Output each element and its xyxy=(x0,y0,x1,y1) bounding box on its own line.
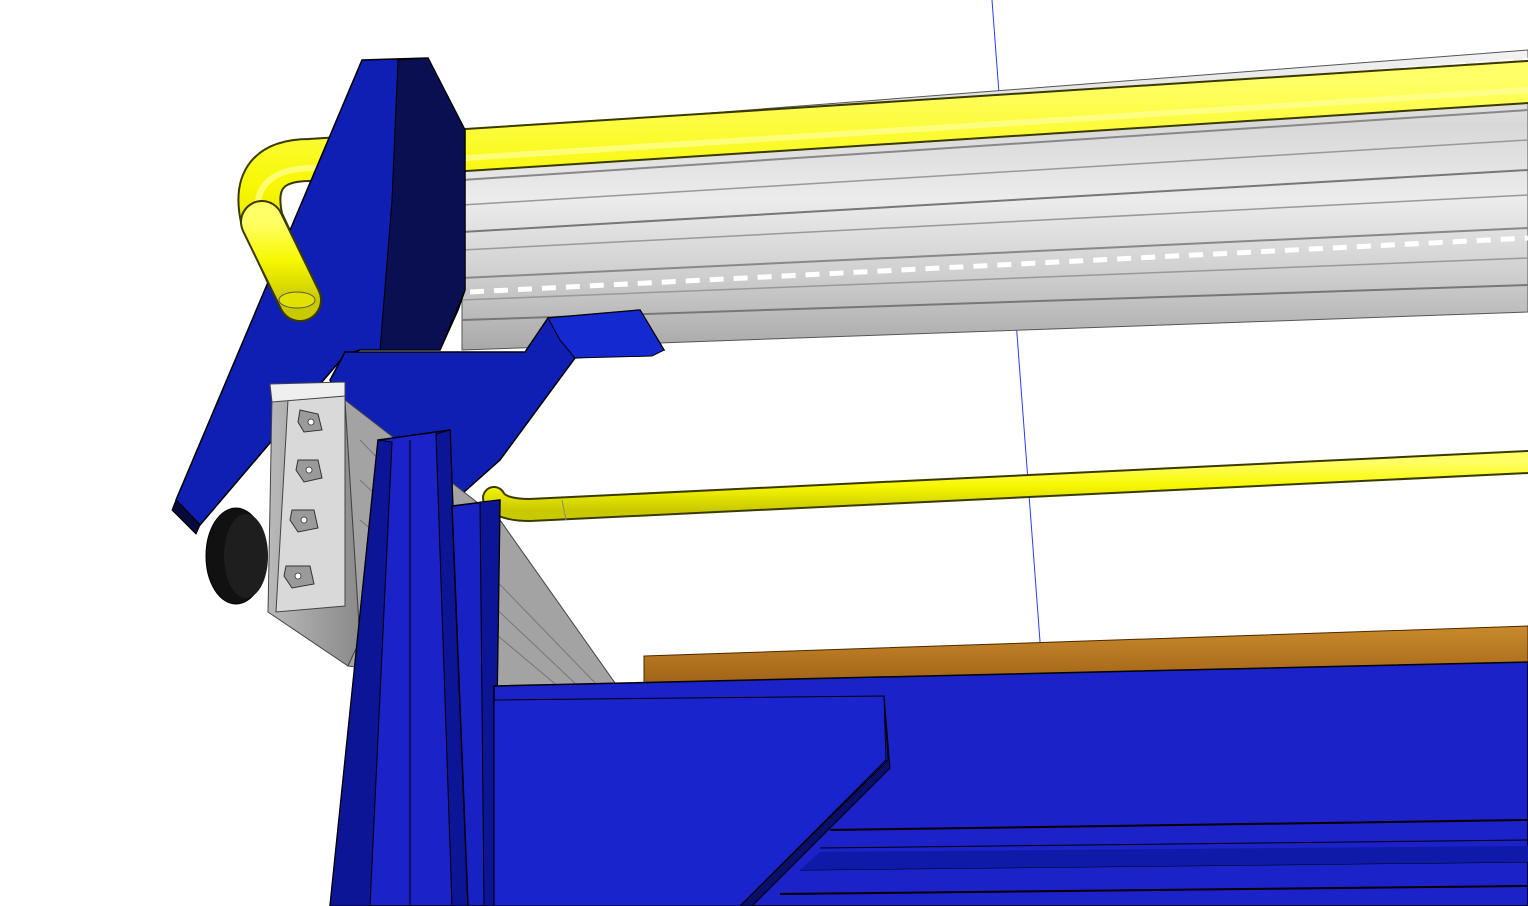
blue-base-frame[interactable] xyxy=(493,661,1528,906)
3d-model-viewport[interactable] xyxy=(0,0,1528,906)
middle-yellow-cable-tube[interactable] xyxy=(482,450,1528,523)
adjustment-knob[interactable] xyxy=(205,507,268,605)
